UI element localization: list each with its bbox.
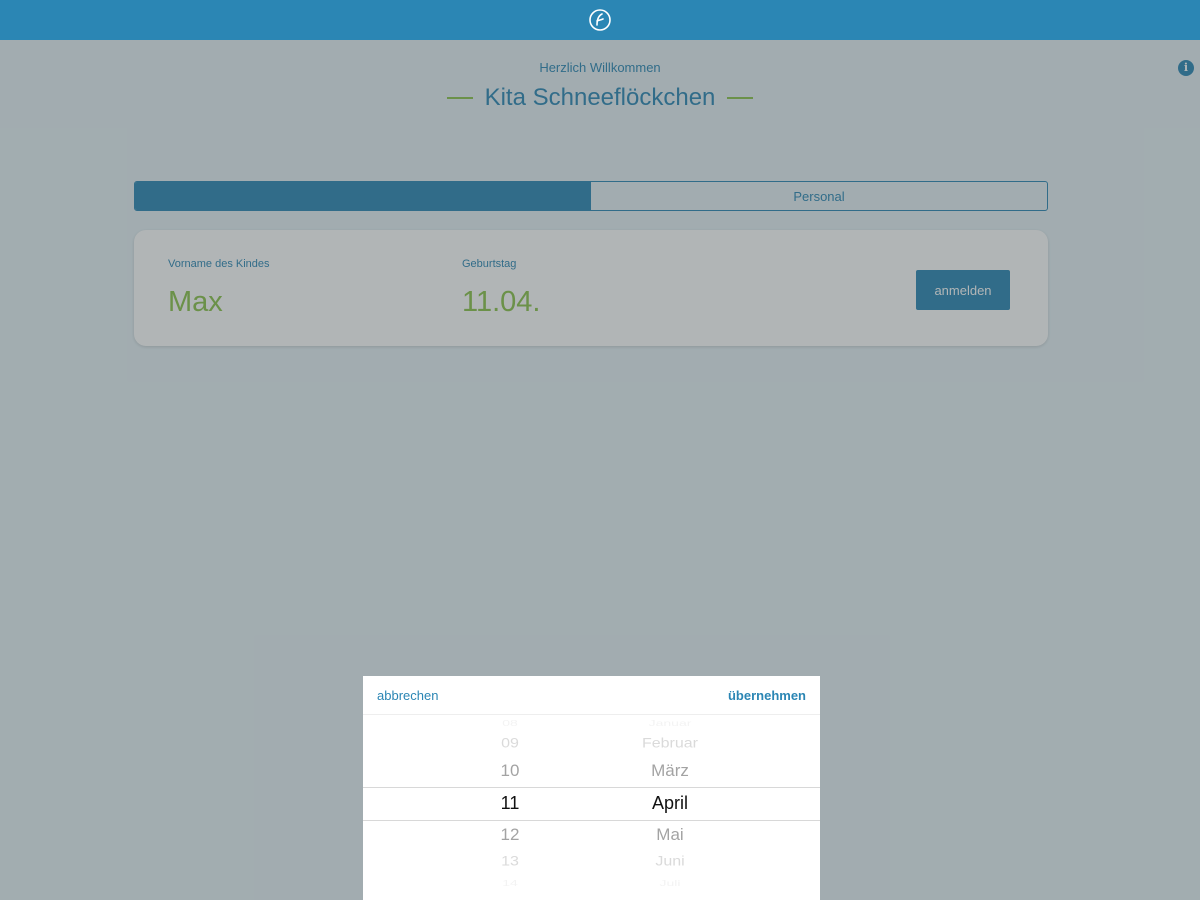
- page-title: Kita Schneeflöckchen: [0, 84, 1200, 112]
- wheel-month: Mai: [656, 825, 684, 844]
- wheel-row[interactable]: 13 Juni: [363, 850, 820, 874]
- wheel-day: 14: [502, 878, 518, 888]
- tab-kinder[interactable]: Kinder: [135, 182, 591, 210]
- wheel-day: 13: [501, 854, 519, 869]
- login-card: Vorname des Kindes Max Geburtstag 11.04.…: [134, 230, 1048, 346]
- title-dash-right: [727, 97, 754, 99]
- wheel-row[interactable]: 11 April: [363, 789, 820, 817]
- birthday-field[interactable]: 11.04.: [462, 286, 540, 319]
- date-wheel[interactable]: 08 Januar 09 Februar 10 März 11 April 12 Mai 13 Jun…: [363, 715, 820, 900]
- info-icon[interactable]: i: [1178, 60, 1194, 76]
- wheel-month: April: [651, 792, 688, 813]
- wheel-day: 09: [501, 736, 519, 751]
- wheel-month: Januar: [648, 718, 692, 728]
- wheel-month: März: [651, 761, 689, 780]
- login-button[interactable]: anmelden: [916, 270, 1010, 310]
- wheel-day: 11: [500, 792, 520, 813]
- wheel-month: Juli: [659, 878, 681, 888]
- wheel-month: Februar: [641, 736, 699, 751]
- wheel-month: Juni: [655, 854, 685, 869]
- wheel-row[interactable]: 12 Mai: [363, 821, 820, 849]
- apply-button[interactable]: übernehmen: [728, 688, 806, 703]
- date-picker-sheet: abbrechen übernehmen 08 Januar 09 Februar 10…: [363, 676, 820, 900]
- wheel-day: 10: [500, 761, 520, 780]
- cancel-button[interactable]: abbrechen: [377, 688, 438, 703]
- top-bar: [0, 0, 1200, 40]
- wheel-row[interactable]: 09 Februar: [363, 732, 820, 756]
- wheel-row[interactable]: 14 Juli: [363, 875, 820, 892]
- wheel-row[interactable]: 08 Januar: [363, 715, 820, 732]
- page-title-text: Kita Schneeflöckchen: [484, 84, 716, 111]
- user-type-segmented-control: Kinder Personal: [134, 181, 1048, 211]
- greeting-text: Herzlich Willkommen: [539, 60, 661, 75]
- wheel-day: 08: [502, 718, 518, 728]
- first-name-label: Vorname des Kindes: [168, 258, 270, 270]
- wheel-row[interactable]: 10 März: [363, 757, 820, 785]
- picker-toolbar: abbrechen übernehmen: [363, 676, 820, 715]
- birthday-label: Geburtstag: [462, 258, 517, 270]
- title-dash-left: [446, 97, 473, 99]
- app-logo-icon: [589, 9, 611, 31]
- tab-personal[interactable]: Personal: [591, 182, 1047, 210]
- wheel-day: 12: [500, 825, 520, 844]
- first-name-field[interactable]: Max: [168, 286, 223, 319]
